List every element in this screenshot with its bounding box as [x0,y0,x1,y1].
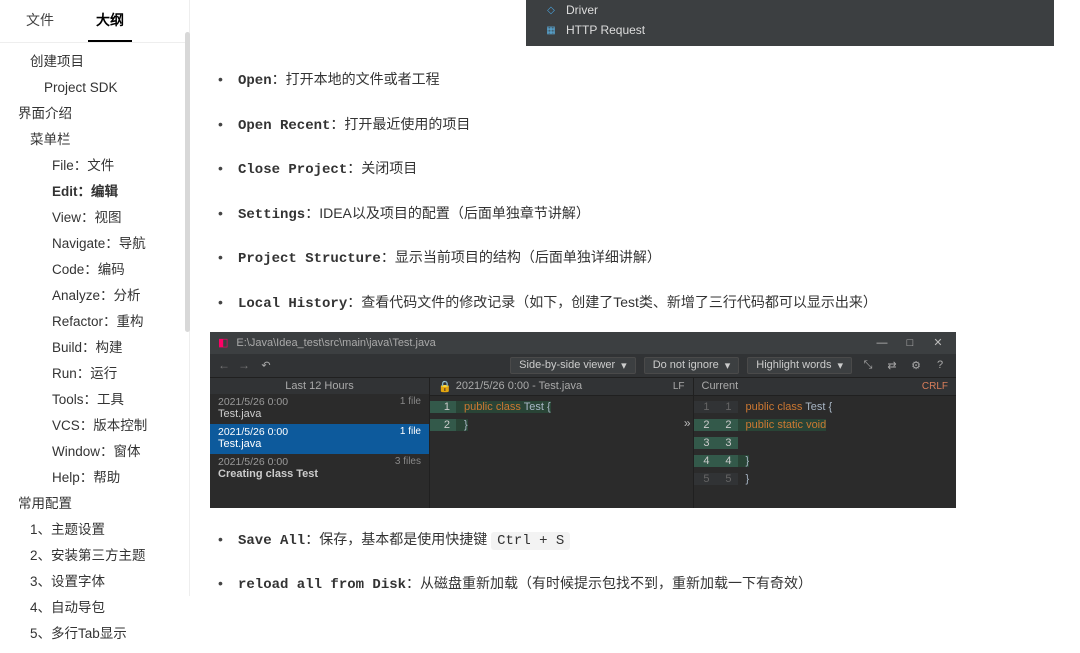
file-path: E:\Java\Idea_test\src\main\java\Test.jav… [236,337,864,349]
chevron-down-icon: ▾ [725,359,731,372]
diff-left-pane: 🔒 2021/5/26 0:00 - Test.java LF 1public … [430,378,694,508]
ide-toolbar: ← → ↶ Side-by-side viewer▾ Do not ignore… [210,354,956,378]
maximize-icon[interactable]: □ [900,337,920,349]
nav-item[interactable]: 3、设置字体 [0,569,189,595]
left-header-label: 2021/5/26 0:00 - Test.java [456,380,582,392]
history-item[interactable]: 2021/5/26 0:00Test.java1 file [210,394,429,424]
history-header: Last 12 Hours [210,378,429,394]
bullet-item: Project Structure：显示当前项目的结构（后面单独详细讲解） [218,236,1058,281]
nav-item[interactable]: 5、多行Tab显示 [0,621,189,647]
code-line: 44 } [694,452,957,470]
banner-label: Driver [566,3,598,17]
nav-item[interactable]: Window：窗体 [0,439,189,465]
menu-banner: ◇ Driver ▦ HTTP Request [532,0,1054,46]
code-line: 2} [430,416,693,434]
bullet-item: Open Recent：打开最近使用的项目 [218,103,1058,148]
nav-item[interactable]: Analyze：分析 [0,283,189,309]
eol-indicator: LF [673,381,685,392]
code-line: 22 public static void [694,416,957,434]
diff-transfer-icon[interactable]: » [684,416,691,430]
code-line: 33 [694,434,957,452]
nav-item[interactable]: 创建项目 [0,49,189,75]
lock-icon: 🔒 [438,380,452,393]
history-item[interactable]: 2021/5/26 0:00Creating class Test3 files [210,454,429,484]
nav-forward-icon[interactable]: → [238,358,250,372]
nav-item[interactable]: Project SDK [0,75,189,101]
app-icon: ◧ [218,336,228,349]
history-item[interactable]: 2021/5/26 0:00Test.java1 file [210,424,429,454]
bullet-item: Open：打开本地的文件或者工程 [218,58,1058,103]
ide-history-screenshot: ◧ E:\Java\Idea_test\src\main\java\Test.j… [210,332,956,508]
help-icon[interactable]: ? [932,357,948,373]
nav-item[interactable]: Refactor：重构 [0,309,189,335]
banner-item-driver[interactable]: ◇ Driver [532,0,1054,20]
close-icon[interactable]: ✕ [928,336,948,349]
nav-item[interactable]: Build：构建 [0,335,189,361]
sidebar-tabs: 文件 大纲 [0,4,189,43]
banner-label: HTTP Request [566,23,645,37]
nav-item[interactable]: View：视图 [0,205,189,231]
nav-item[interactable]: 4、自动导包 [0,595,189,621]
nav-item[interactable]: Edit：编辑 [0,179,189,205]
diff-right-pane: Current CRLF 11public class Test {22 pub… [694,378,957,508]
nav-item[interactable]: 常用配置 [0,491,189,517]
code-line: 55} [694,470,957,488]
code-line: 1public class Test { [430,398,693,416]
bullet-list-1: Open：打开本地的文件或者工程Open Recent：打开最近使用的项目Clo… [218,58,1058,326]
minimize-icon[interactable]: — [872,337,892,349]
outline-nav: 创建项目Project SDK界面介绍菜单栏File：文件Edit：编辑View… [0,43,189,653]
nav-item[interactable]: 2、安装第三方主题 [0,543,189,569]
nav-item[interactable]: Help：帮助 [0,465,189,491]
sidebar: 文件 大纲 创建项目Project SDK界面介绍菜单栏File：文件Edit：… [0,0,190,596]
banner-item-http[interactable]: ▦ HTTP Request [532,20,1054,40]
sync-icon[interactable]: ⇄ [884,357,900,373]
bullet-item: Settings：IDEA以及项目的配置（后面单独章节讲解） [218,192,1058,237]
http-icon: ▦ [544,24,558,36]
collapse-icon[interactable]: ⤡ [860,357,876,373]
main-content: ◇ Driver ▦ HTTP Request Open：打开本地的文件或者工程… [190,0,1080,596]
tab-outline[interactable]: 大纲 [88,4,132,42]
eol-indicator: CRLF [922,381,948,392]
nav-item[interactable]: 菜单栏 [0,127,189,153]
chevron-down-icon: ▾ [621,359,627,372]
gear-icon[interactable]: ⚙ [908,357,924,373]
revert-icon[interactable]: ↶ [258,357,274,373]
nav-item[interactable]: 界面介绍 [0,101,189,127]
tab-file[interactable]: 文件 [18,4,62,42]
history-panel: Last 12 Hours 2021/5/26 0:00Test.java1 f… [210,378,430,508]
nav-item[interactable]: VCS：版本控制 [0,413,189,439]
nav-item[interactable]: Tools：工具 [0,387,189,413]
ide-titlebar: ◧ E:\Java\Idea_test\src\main\java\Test.j… [210,332,956,354]
bullet-item: Local History：查看代码文件的修改记录（如下，创建了Test类、新增… [218,281,1058,326]
code-line: 11public class Test { [694,398,957,416]
view-mode-select[interactable]: Side-by-side viewer▾ [510,357,636,374]
nav-item[interactable]: File：文件 [0,153,189,179]
ignore-select[interactable]: Do not ignore▾ [644,357,740,374]
right-header-label: Current [702,380,739,392]
bullet-list-2: Save All：保存，基本都是使用快捷键 Ctrl + Sreload all… [218,518,1058,596]
nav-item[interactable]: 1、主题设置 [0,517,189,543]
chevron-down-icon: ▾ [837,359,843,372]
driver-icon: ◇ [544,4,558,16]
highlight-select[interactable]: Highlight words▾ [747,357,852,374]
nav-item[interactable]: Run：运行 [0,361,189,387]
bullet-item: reload all from Disk：从磁盘重新加载（有时候提示包找不到，重… [218,562,1058,596]
nav-item[interactable]: Navigate：导航 [0,231,189,257]
nav-item[interactable]: Code：编码 [0,257,189,283]
bullet-item: Close Project：关闭项目 [218,147,1058,192]
nav-back-icon[interactable]: ← [218,358,230,372]
bullet-item: Save All：保存，基本都是使用快捷键 Ctrl + S [218,518,1058,563]
